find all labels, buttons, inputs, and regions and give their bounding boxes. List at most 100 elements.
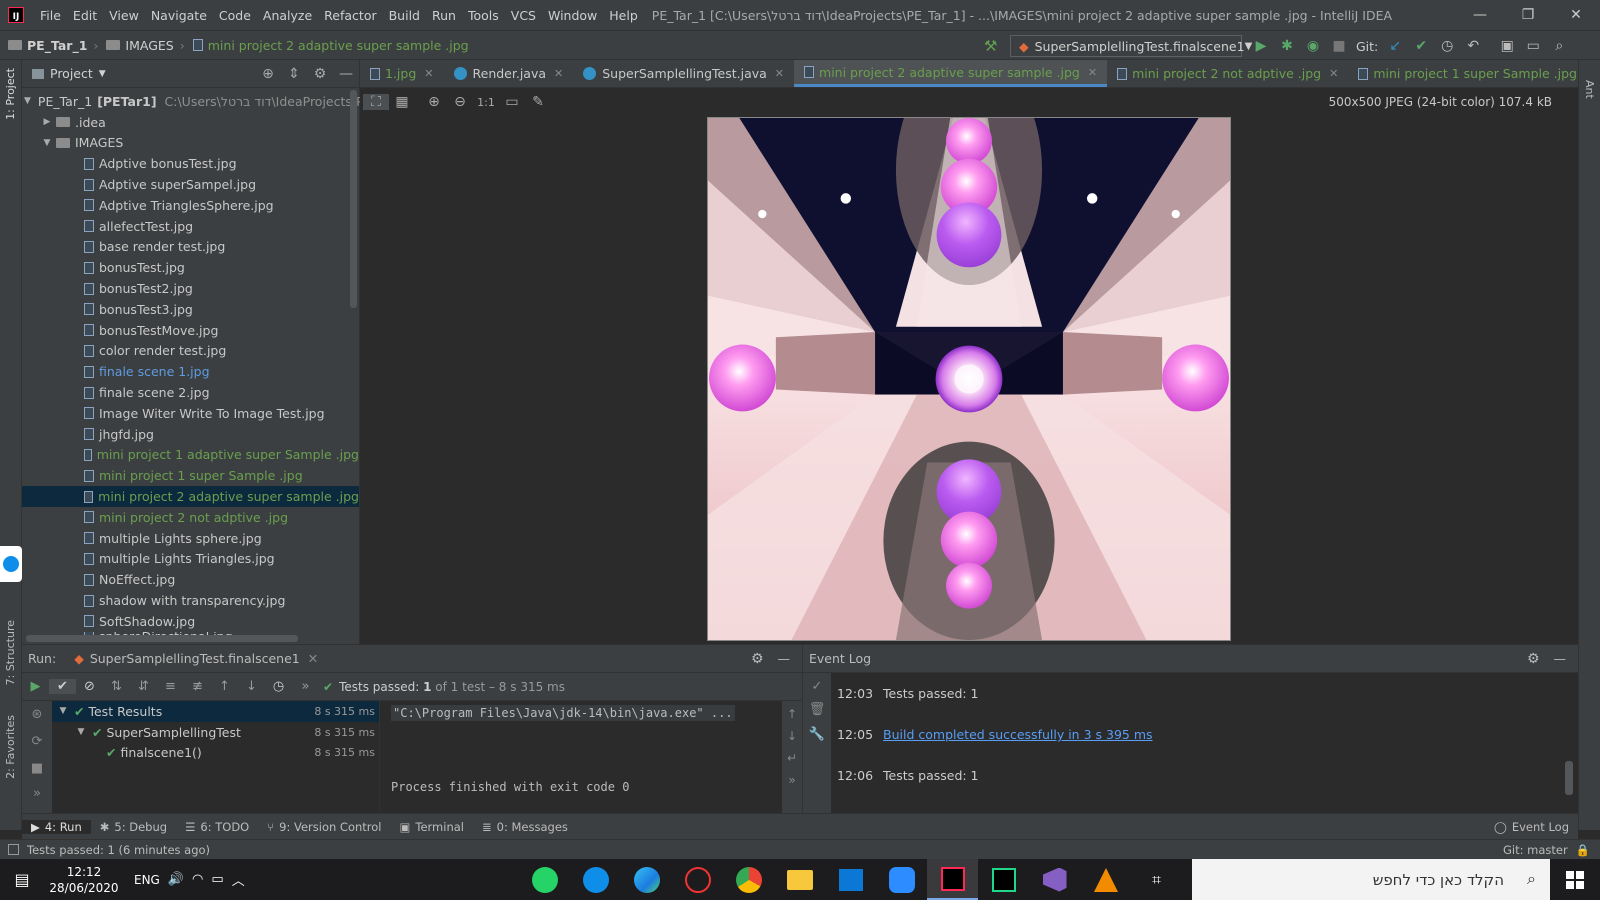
editor-tab[interactable]: Render.java ✕ (444, 60, 574, 87)
menu-file[interactable]: File (34, 8, 67, 23)
tree-file-item[interactable]: NoEffect.jpg (22, 569, 359, 590)
tree-file-item[interactable]: Adptive bonusTest.jpg (22, 153, 359, 174)
zoom-out-icon[interactable]: ⊖ (447, 94, 473, 110)
restore-button[interactable]: ❐ (1504, 0, 1552, 30)
tree-file-item[interactable]: mini project 1 super Sample .jpg (22, 465, 359, 486)
chevron-down-icon[interactable]: ▼ (24, 96, 31, 106)
clock[interactable]: 12:12 28/06/2020 (44, 864, 124, 896)
tree-file-item[interactable]: finale scene 2.jpg (22, 382, 359, 403)
tree-file-item[interactable]: Adptive superSampel.jpg (22, 174, 359, 195)
project-tool-tab[interactable]: 1: Project (4, 68, 17, 120)
tree-file-item[interactable]: base render test.jpg (22, 237, 359, 258)
tree-folder-images[interactable]: ▼ IMAGES (22, 133, 359, 154)
snip-tool-icon[interactable]: ⌗ (1131, 859, 1182, 900)
teamviewer-panel-icon[interactable] (0, 546, 22, 582)
stop-icon[interactable]: ■ (1326, 38, 1352, 54)
battery-icon[interactable]: ▭ (211, 872, 223, 887)
menu-view[interactable]: View (103, 8, 145, 23)
visual-studio-icon[interactable] (1029, 859, 1080, 900)
hide-icon[interactable]: — (333, 66, 359, 82)
test-results-row[interactable]: ▼ ✔ Test Results 8 s 315 ms (52, 701, 379, 722)
chrome-icon[interactable] (723, 859, 774, 900)
tree-file-item[interactable]: SoftShadow.jpg (22, 611, 359, 632)
history-icon[interactable]: ◷ (1434, 38, 1460, 54)
editor-tab[interactable]: SuperSamplellingTest.java ✕ (573, 60, 794, 87)
debug-icon[interactable]: ✱ (1274, 38, 1300, 54)
event-log-tool-button[interactable]: ◯ Event Log (1485, 820, 1578, 834)
menu-analyze[interactable]: Analyze (257, 8, 318, 23)
close-icon[interactable]: ✕ (308, 651, 318, 666)
menu-build[interactable]: Build (383, 8, 426, 23)
chevron-up-icon[interactable]: ︿ (232, 870, 245, 889)
teamviewer-icon[interactable] (570, 859, 621, 900)
color-picker-icon[interactable]: ✎ (525, 94, 551, 110)
trash-icon[interactable]: 🗑 (803, 702, 831, 717)
locate-icon[interactable]: ⊕ (255, 66, 281, 82)
actual-size-button[interactable]: 1:1 (473, 96, 499, 109)
gear-icon[interactable]: ⚙ (1527, 651, 1540, 667)
ant-tool-tab[interactable]: Ant (1583, 80, 1596, 99)
editor-tab[interactable]: 1.jpg ✕ (360, 60, 444, 87)
pin-icon[interactable]: ⊛ (22, 707, 52, 722)
horizontal-scrollbar[interactable] (26, 635, 298, 642)
tree-file-item[interactable]: bonusTest.jpg (22, 257, 359, 278)
project-panel-title[interactable]: Project (50, 66, 93, 81)
zoom-in-icon[interactable]: ⊕ (421, 94, 447, 110)
close-icon[interactable]: ✕ (775, 67, 784, 80)
close-icon[interactable]: ✕ (424, 67, 433, 80)
chevron-down-icon[interactable]: ▼ (56, 706, 70, 716)
close-icon[interactable]: ✕ (554, 67, 563, 80)
collapse-all-icon[interactable]: ≢ (184, 679, 211, 694)
tree-file-item[interactable]: Adptive TrianglesSphere.jpg (22, 195, 359, 216)
tree-file-item[interactable]: color render test.jpg (22, 341, 359, 362)
editor-tab[interactable]: mini project 2 adaptive super sample .jp… (794, 60, 1108, 87)
event-link[interactable]: Build completed successfully in 3 s 395 … (883, 727, 1152, 742)
build-hammer-icon[interactable]: ⚒ (984, 37, 997, 55)
menu-refactor[interactable]: Refactor (318, 8, 382, 23)
breadcrumb-folder[interactable]: IMAGES › (98, 38, 185, 53)
terminal-tool-button[interactable]: ▣ Terminal (391, 820, 473, 834)
mark-read-icon[interactable]: ✓ (803, 679, 831, 694)
menu-edit[interactable]: Edit (67, 8, 103, 23)
wrench-icon[interactable]: 🔧 (803, 727, 831, 742)
expand-all-icon[interactable]: ≡ (157, 679, 184, 694)
hide-icon[interactable]: — (778, 651, 791, 666)
tree-file-item[interactable]: bonusTest3.jpg (22, 299, 359, 320)
tree-file-item[interactable]: bonusTest2.jpg (22, 278, 359, 299)
menu-tools[interactable]: Tools (462, 8, 505, 23)
soft-wrap-icon[interactable]: ↵ (782, 751, 802, 765)
sort-alpha-icon[interactable]: ⇅ (103, 679, 130, 694)
show-ignored-icon[interactable]: ⊘ (76, 679, 103, 694)
more-icon[interactable]: » (22, 786, 52, 801)
tree-file-item[interactable]: shadow with transparency.jpg (22, 590, 359, 611)
vertical-scrollbar[interactable] (350, 90, 357, 308)
console-output[interactable]: "C:\Program Files\Java\jdk-14\bin\java.e… (381, 701, 781, 814)
hide-icon[interactable]: — (1554, 651, 1567, 666)
close-button[interactable]: ✕ (1552, 0, 1600, 30)
minimize-button[interactable]: — (1456, 0, 1504, 30)
chevron-down-icon[interactable]: ▼ (40, 138, 54, 148)
rollback-icon[interactable]: ↶ (1460, 38, 1486, 54)
test-class-row[interactable]: ▼ ✔ SuperSamplellingTest 8 s 315 ms (52, 722, 379, 743)
stop-icon[interactable]: ■ (22, 761, 52, 776)
tree-file-item[interactable]: multiple Lights sphere.jpg (22, 528, 359, 549)
vlc-icon[interactable] (1080, 859, 1131, 900)
notifications-icon[interactable]: ▤ (0, 870, 44, 889)
git-branch-widget[interactable]: Git: master (1503, 843, 1568, 857)
fit-zoom-icon[interactable]: ⛶ (363, 94, 389, 110)
tree-file-item[interactable]: jhgfd.jpg (22, 424, 359, 445)
wifi-icon[interactable]: ◠ (192, 872, 203, 887)
sort-duration-icon[interactable]: ⇵ (130, 679, 157, 694)
chevron-down-icon[interactable]: ▼ (99, 69, 106, 79)
spider-app-icon[interactable] (672, 859, 723, 900)
git-commit-icon[interactable]: ✔ (1408, 38, 1434, 54)
chevron-right-icon[interactable]: ▶ (40, 117, 54, 127)
menu-run[interactable]: Run (426, 8, 462, 23)
tree-file-item[interactable]: multiple Lights Triangles.jpg (22, 549, 359, 570)
fit-window-icon[interactable]: ▭ (499, 94, 525, 110)
arrow-up-icon[interactable]: ↑ (211, 679, 238, 694)
more-icon[interactable]: » (292, 679, 319, 694)
project-structure-icon[interactable]: ▣ (1494, 38, 1520, 54)
editor-tab[interactable]: mini project 1 super Sample .jpg✕ (1348, 60, 1578, 87)
test-method-row[interactable]: ✔ finalscene1() 8 s 315 ms (52, 743, 379, 764)
